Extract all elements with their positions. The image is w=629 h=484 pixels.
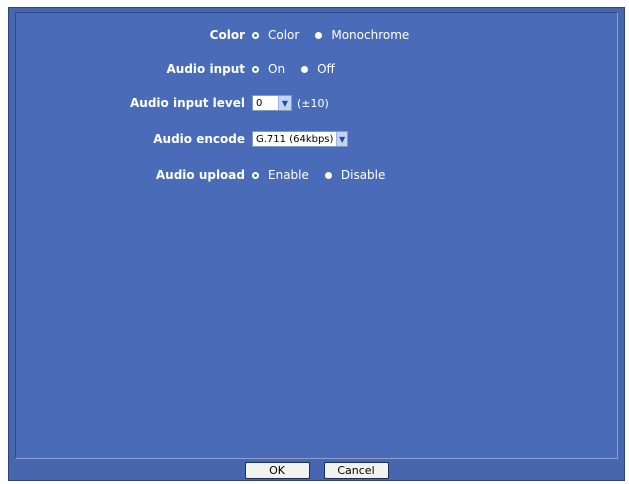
audio-input-radio-group: On Off bbox=[252, 58, 351, 80]
audio-encode-control: G.711 (64kbps) ▼ bbox=[252, 128, 348, 150]
audio-encode-label: Audio encode bbox=[153, 132, 245, 146]
row-audio-input: Audio input On Off bbox=[16, 58, 617, 80]
color-option-color-label: Color bbox=[268, 28, 300, 42]
audio-input-level-select[interactable]: 0 ▼ bbox=[252, 95, 292, 111]
row-color: Color Color Monochrome bbox=[16, 24, 617, 46]
audio-input-level-value: 0 bbox=[256, 97, 263, 109]
audio-upload-label: Audio upload bbox=[155, 168, 245, 182]
radio-checked-icon[interactable] bbox=[252, 31, 259, 39]
color-option-monochrome-label: Monochrome bbox=[331, 28, 410, 42]
audio-input-level-control: 0 ▼ (±10) bbox=[252, 92, 329, 114]
row-audio-encode: Audio encode G.711 (64kbps) ▼ bbox=[16, 128, 617, 150]
audio-input-option-off-label: Off bbox=[317, 62, 335, 76]
color-label: Color bbox=[209, 28, 245, 42]
audio-input-level-hint: (±10) bbox=[297, 96, 329, 110]
audio-upload-option-enable[interactable]: Enable bbox=[252, 168, 309, 182]
audio-input-label: Audio input bbox=[166, 62, 245, 76]
settings-panel: Color Color Monochrome Audio input On Of… bbox=[15, 12, 618, 459]
radio-checked-icon[interactable] bbox=[252, 171, 259, 179]
color-option-monochrome[interactable]: Monochrome bbox=[315, 28, 409, 42]
chevron-down-icon[interactable]: ▼ bbox=[336, 132, 347, 146]
radio-unchecked-icon[interactable] bbox=[315, 31, 323, 39]
ok-button[interactable]: OK bbox=[244, 461, 310, 479]
radio-unchecked-icon[interactable] bbox=[324, 171, 332, 179]
audio-upload-option-disable-label: Disable bbox=[340, 168, 386, 182]
audio-encode-select[interactable]: G.711 (64kbps) ▼ bbox=[252, 131, 348, 147]
color-option-color[interactable]: Color bbox=[252, 28, 299, 42]
radio-unchecked-icon[interactable] bbox=[301, 65, 309, 73]
audio-input-option-off[interactable]: Off bbox=[301, 62, 335, 76]
audio-upload-option-enable-label: Enable bbox=[268, 168, 309, 182]
radio-checked-icon[interactable] bbox=[252, 65, 259, 73]
row-audio-upload: Audio upload Enable Disable bbox=[16, 164, 617, 186]
audio-input-option-on-label: On bbox=[268, 62, 286, 76]
audio-upload-radio-group: Enable Disable bbox=[252, 164, 401, 186]
chevron-down-icon[interactable]: ▼ bbox=[278, 96, 291, 110]
audio-encode-value: G.711 (64kbps) bbox=[256, 133, 334, 145]
audio-input-option-on[interactable]: On bbox=[252, 62, 285, 76]
audio-upload-option-disable[interactable]: Disable bbox=[324, 168, 386, 182]
color-radio-group: Color Monochrome bbox=[252, 24, 425, 46]
row-audio-input-level: Audio input level 0 ▼ (±10) bbox=[16, 92, 617, 114]
audio-input-level-label: Audio input level bbox=[130, 96, 245, 110]
button-bar: OK Cancel bbox=[9, 459, 624, 481]
cancel-button[interactable]: Cancel bbox=[323, 461, 389, 479]
settings-window: Color Color Monochrome Audio input On Of… bbox=[8, 7, 625, 481]
